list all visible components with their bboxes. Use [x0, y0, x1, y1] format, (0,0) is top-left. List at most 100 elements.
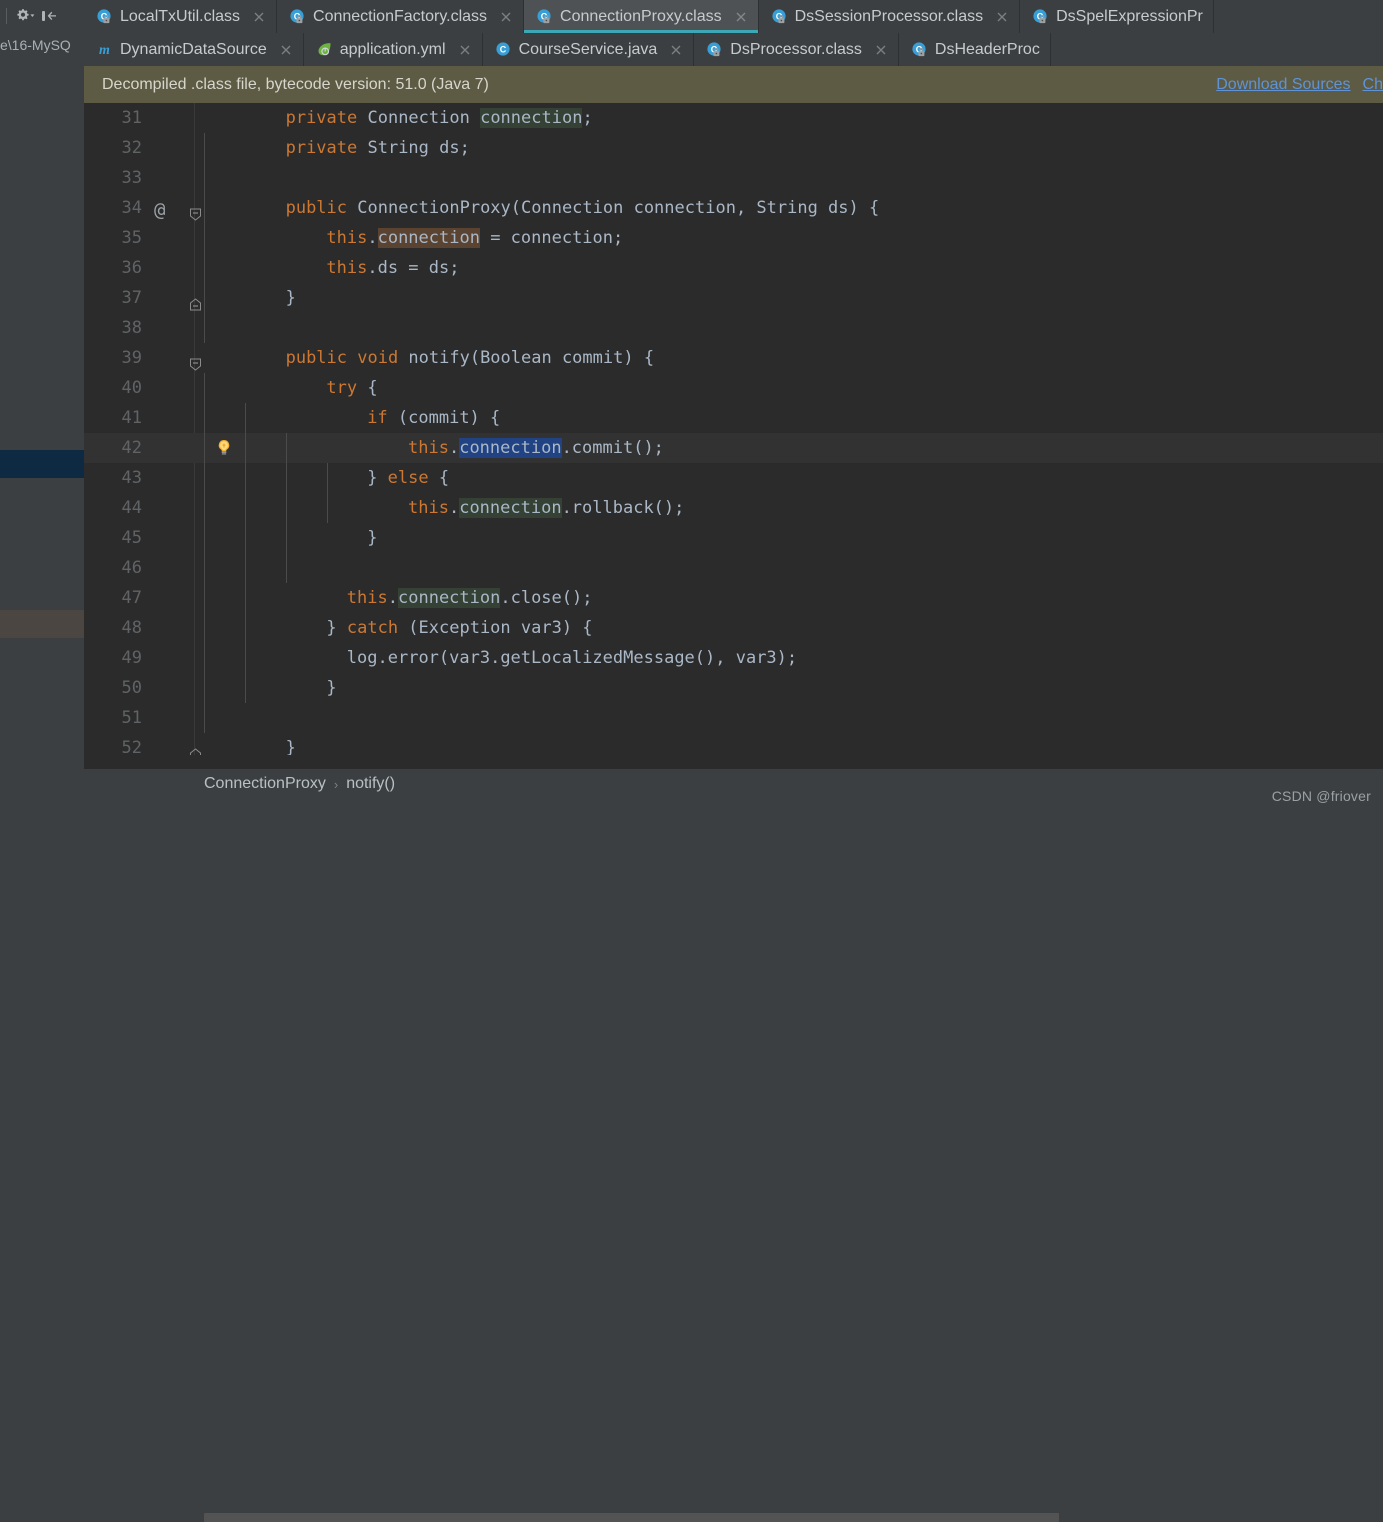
line-number: 41 [121, 408, 142, 428]
editor-tab-dsheaderproc[interactable]: C DsHeaderProc [898, 33, 1051, 66]
editor-tab-dynamicdatasource[interactable]: m DynamicDataSource [84, 33, 304, 66]
java-class-locked-icon: C [536, 8, 553, 25]
code-line[interactable]: 31 private Connection connection; [84, 103, 1383, 133]
code-line[interactable]: 46 [84, 553, 1383, 583]
code-token: . [387, 588, 398, 608]
line-number: 39 [121, 348, 142, 368]
close-icon[interactable] [499, 10, 513, 24]
code-token: } [285, 288, 296, 308]
project-tree-selected-row[interactable] [0, 450, 84, 478]
code-text: log.error(var3.getLocalizedMessage(), va… [347, 643, 797, 673]
annotation-marker-icon[interactable]: @ [154, 195, 165, 225]
editor-tab-row-2[interactable]: m DynamicDataSource application.yml C Course… [84, 33, 1383, 66]
line-number: 52 [121, 738, 142, 755]
fold-collapse-icon[interactable] [189, 351, 202, 371]
mapper-m-icon: m [96, 41, 113, 58]
notification-link-download-sources[interactable]: Download Sources [1216, 76, 1350, 94]
code-token: this [408, 438, 449, 458]
project-path-label: e\16-MySQ [0, 37, 71, 53]
spring-leaf-icon [316, 41, 333, 58]
code-line[interactable]: 51 [84, 703, 1383, 733]
code-token: connection [459, 438, 562, 458]
line-number: 48 [121, 618, 142, 638]
close-icon[interactable] [458, 43, 472, 57]
gear-dropdown-icon[interactable] [13, 5, 37, 27]
code-token: public [285, 198, 358, 218]
editor-tab-dsspelexpressionpr[interactable]: C DsSpelExpressionPr [1020, 0, 1214, 33]
code-text: private String ds; [286, 133, 470, 163]
line-number: 35 [121, 228, 142, 248]
code-token: String ds; [367, 138, 470, 158]
editor-tab-dsprocessor-class[interactable]: C DsProcessor.class [694, 33, 899, 66]
code-token: ; [582, 108, 593, 128]
code-line[interactable]: 52} [84, 733, 1383, 755]
editor-horizontal-scrollbar-track[interactable] [84, 755, 1383, 1522]
code-line[interactable]: 37} [84, 283, 1383, 313]
code-token: this [408, 498, 449, 518]
intention-lightbulb-icon[interactable] [214, 438, 234, 458]
code-line[interactable]: 33 [84, 163, 1383, 193]
code-token: (commit) { [387, 408, 501, 428]
code-token: catch [346, 618, 399, 638]
code-token: } [367, 528, 378, 548]
code-token: private [285, 138, 368, 158]
close-icon[interactable] [874, 43, 888, 57]
editor-tab-application-yml[interactable]: application.yml [303, 33, 483, 66]
code-editor[interactable]: 31 private Connection connection; 32 privat… [84, 103, 1383, 755]
breadcrumb-item[interactable]: ConnectionProxy [204, 775, 326, 793]
editor-tab-localtxutil-class[interactable]: C LocalTxUtil.class [84, 0, 278, 33]
code-line[interactable]: 42 this.connection.commit(); [84, 433, 1383, 463]
fold-end-icon[interactable] [189, 741, 202, 755]
close-icon[interactable] [734, 10, 748, 24]
editor-tab-dssessionprocessor-class[interactable]: C DsSessionProcessor.class [758, 0, 1021, 33]
code-text: } [326, 673, 336, 703]
line-number: 49 [121, 648, 142, 668]
fold-collapse-icon[interactable] [189, 201, 202, 221]
code-line[interactable]: 40 try { [84, 373, 1383, 403]
notification-link-choose-sources[interactable]: Ch [1363, 76, 1383, 94]
code-lines[interactable]: 31 private Connection connection; 32 privat… [84, 103, 1383, 755]
breadcrumb[interactable]: ConnectionProxy › notify() [84, 769, 1383, 799]
close-icon[interactable] [669, 43, 683, 57]
editor-tab-label: application.yml [339, 40, 446, 58]
editor-tab-connectionfactory-class[interactable]: C ConnectionFactory.class [277, 0, 525, 33]
close-icon[interactable] [995, 10, 1009, 24]
project-panel[interactable]: e\16-MySQ [0, 0, 84, 813]
code-line[interactable]: 34 public ConnectionProxy(Connection conn… [84, 193, 1383, 223]
code-line[interactable]: 49 log.error(var3.getLocalizedMessage(), … [84, 643, 1383, 673]
editor-tab-courseservice-java[interactable]: C CourseService.java [482, 33, 695, 66]
code-line[interactable]: 32 private String ds; [84, 133, 1383, 163]
indent-guide [204, 133, 205, 343]
editor-horizontal-scrollbar-thumb[interactable] [204, 1513, 1059, 1522]
code-line[interactable]: 39 public void notify(Boolean commit) { [84, 343, 1383, 373]
code-token: public void [285, 348, 409, 368]
code-line[interactable]: 43} else { [84, 463, 1383, 493]
close-icon[interactable] [252, 10, 266, 24]
collapse-panel-icon[interactable] [37, 5, 61, 27]
code-line[interactable]: 41 if (commit) { [84, 403, 1383, 433]
editor-tab-row-1[interactable]: C LocalTxUtil.class C ConnectionFactory.cla… [84, 0, 1383, 33]
java-class-icon: C [495, 41, 512, 58]
code-line[interactable]: 38 [84, 313, 1383, 343]
editor-tab-label: DsSessionProcessor.class [794, 7, 984, 25]
editor-tab-label: ConnectionFactory.class [313, 7, 488, 25]
code-line[interactable]: 36 this.ds = ds; [84, 253, 1383, 283]
code-token: } [326, 678, 337, 698]
code-line[interactable]: 50} [84, 673, 1383, 703]
code-token: this [326, 258, 368, 278]
close-icon[interactable] [279, 43, 293, 57]
project-tree-modified-row[interactable] [0, 610, 84, 638]
code-line[interactable]: 45} [84, 523, 1383, 553]
editor-tab-connectionproxy-class[interactable]: C ConnectionProxy.class [524, 0, 759, 33]
line-number: 38 [121, 318, 142, 338]
line-number: 32 [121, 138, 142, 158]
breadcrumb-item[interactable]: notify() [346, 775, 395, 793]
code-line[interactable]: 47 this.connection.close(); [84, 583, 1383, 613]
code-line[interactable]: 44 this.connection.rollback(); [84, 493, 1383, 523]
code-token: private [285, 108, 368, 128]
code-token: (Exception var3) { [398, 618, 593, 638]
fold-end-icon[interactable] [189, 291, 202, 311]
svg-text:C: C [499, 44, 506, 54]
code-line[interactable]: 35 this.connection = connection; [84, 223, 1383, 253]
code-line[interactable]: 48} catch (Exception var3) { [84, 613, 1383, 643]
